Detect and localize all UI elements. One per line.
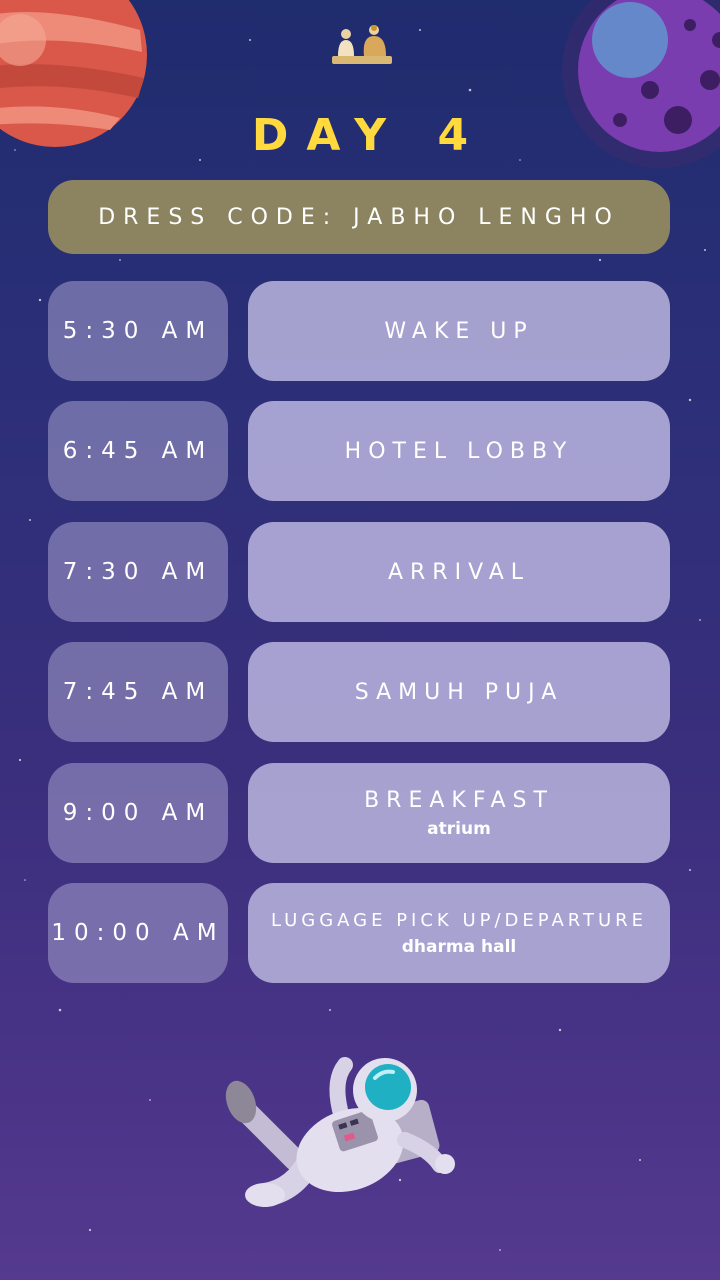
event-name: LUGGAGE PICK UP/DEPARTURE [270, 909, 648, 931]
schedule-row: 6:45 AM HOTEL LOBBY [48, 401, 670, 501]
time-box: 9:00 AM [48, 763, 228, 863]
schedule-row: 5:30 AM WAKE UP [48, 281, 670, 381]
time-box: 7:45 AM [48, 642, 228, 742]
event-box: LUGGAGE PICK UP/DEPARTURE dharma hall [248, 883, 670, 983]
event-location: atrium [427, 818, 491, 839]
figures-logo-icon [332, 25, 392, 64]
schedule-row: 7:30 AM ARRIVAL [48, 522, 670, 622]
event-box: ARRIVAL [248, 522, 670, 622]
schedule-row: 10:00 AM LUGGAGE PICK UP/DEPARTURE dharm… [48, 883, 670, 983]
event-location: dharma hall [401, 936, 517, 957]
event-box: HOTEL LOBBY [248, 401, 670, 501]
time-box: 10:00 AM [48, 883, 228, 983]
event-box: SAMUH PUJA [248, 642, 670, 742]
time-box: 5:30 AM [48, 281, 228, 381]
page-title: DAY 4 [251, 110, 487, 161]
event-name: SAMUH PUJA [354, 679, 564, 705]
event-box: WAKE UP [248, 281, 670, 381]
schedule-page: DAY 4 DRESS CODE: JABHO LENGHO 5:30 AM W… [0, 0, 720, 1280]
time-box: 6:45 AM [48, 401, 228, 501]
event-box: BREAKFAST atrium [248, 763, 670, 863]
event-name: WAKE UP [384, 318, 534, 344]
astronaut-icon [225, 1057, 455, 1207]
event-name: BREAKFAST [364, 787, 554, 813]
event-name: HOTEL LOBBY [344, 438, 574, 464]
schedule-row: 9:00 AM BREAKFAST atrium [48, 763, 670, 863]
event-name: ARRIVAL [387, 559, 531, 585]
time-box: 7:30 AM [48, 522, 228, 622]
dress-code-banner: DRESS CODE: JABHO LENGHO [48, 180, 670, 254]
schedule-row: 7:45 AM SAMUH PUJA [48, 642, 670, 742]
